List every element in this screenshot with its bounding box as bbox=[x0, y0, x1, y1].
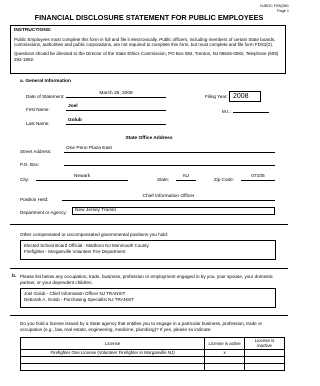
license-row bbox=[19, 355, 285, 364]
instructions-box: INSTRUCTIONS: Public Employees must comp… bbox=[10, 25, 286, 74]
instructions-para-1: Public Employees must complete this form… bbox=[14, 36, 276, 48]
position-value: Chief Information Officer bbox=[142, 194, 195, 199]
divider-1 bbox=[10, 224, 288, 225]
col-active-header: License is active bbox=[204, 337, 246, 350]
instructions-heading: INSTRUCTIONS: bbox=[14, 28, 52, 33]
street-field[interactable]: One Penn Plaza East bbox=[64, 146, 275, 153]
form-header-meta: NJEDC F05(08/1 Page 1 bbox=[260, 4, 289, 13]
state-label: State: bbox=[157, 177, 170, 182]
filing-year-field[interactable]: 2008 bbox=[229, 91, 261, 102]
disclosure-form-page: NJEDC F05(08/1 Page 1 FINANCIAL DISCLOSU… bbox=[0, 0, 298, 386]
other-positions-field[interactable]: Elected School Board Official - Marlboro… bbox=[20, 240, 276, 260]
mi-label: M.I.: bbox=[222, 109, 231, 114]
city-field[interactable]: Newark bbox=[36, 174, 128, 181]
license-inactive-cell[interactable] bbox=[244, 362, 285, 371]
position-label: Position Held: bbox=[20, 197, 49, 202]
page-label: Page 1 bbox=[276, 8, 289, 13]
license-active-cell[interactable]: x bbox=[204, 348, 246, 357]
section-b-label: b. bbox=[12, 274, 17, 279]
department-value: New Jersey Transit bbox=[75, 208, 116, 213]
license-name-cell[interactable] bbox=[19, 355, 206, 364]
form-number: NJEDC F05(08/1 bbox=[260, 4, 289, 8]
filing-year-label: Filing Year: bbox=[205, 94, 228, 99]
other-position-line-2: Firefighter - Morganville Volunteer Fire… bbox=[24, 248, 126, 254]
position-field[interactable]: Chief Information Officer bbox=[62, 194, 275, 201]
street-label: Street Address: bbox=[20, 149, 52, 154]
mi-field[interactable] bbox=[233, 106, 269, 113]
col-inactive-header: License is inactive bbox=[244, 337, 285, 350]
first-name-field[interactable]: Joel bbox=[66, 104, 166, 111]
state-value: NJ bbox=[183, 174, 189, 179]
section-b-question: Please list below any occupation, trade,… bbox=[20, 274, 274, 285]
date-field[interactable]: March 25, 2008 bbox=[66, 91, 166, 98]
col-license-header: License bbox=[19, 337, 206, 350]
street-value: One Penn Plaza East bbox=[66, 146, 112, 151]
general-info-heading: a. General Information bbox=[20, 79, 71, 84]
first-name-value: Joel bbox=[68, 104, 78, 109]
city-label: City: bbox=[20, 177, 30, 182]
instructions-para-2: Questions should be directed to the Dire… bbox=[14, 51, 279, 62]
license-table-header: License License is active License is ina… bbox=[19, 337, 285, 350]
department-label: Department or Agency: bbox=[20, 210, 67, 215]
divider-3 bbox=[10, 315, 288, 316]
state-field[interactable]: NJ bbox=[176, 174, 196, 181]
city-value: Newark bbox=[73, 174, 91, 179]
license-active-cell[interactable] bbox=[204, 362, 246, 371]
license-row bbox=[19, 362, 285, 371]
zip-label: Zip Code: bbox=[214, 177, 234, 182]
po-box-label: P.O. Box: bbox=[20, 162, 40, 167]
po-box-field[interactable] bbox=[64, 159, 275, 166]
zip-value: 07105 bbox=[251, 174, 265, 179]
section-b-field[interactable]: Joel Golub - Chief Information Officer N… bbox=[20, 288, 276, 308]
date-value: March 25, 2008 bbox=[99, 91, 133, 96]
license-question: Do you hold a license issued by a State … bbox=[20, 321, 263, 332]
license-active-cell[interactable] bbox=[204, 355, 246, 364]
date-label: Date of Statement: bbox=[26, 94, 65, 99]
zip-field[interactable]: 07105 bbox=[241, 174, 275, 181]
section-b-line-2: Deborah A. Golub - Purchasing Specialist… bbox=[24, 296, 134, 302]
department-field[interactable]: New Jersey Transit bbox=[72, 207, 275, 215]
license-inactive-cell[interactable] bbox=[244, 355, 285, 364]
form-title: FINANCIAL DISCLOSURE STATEMENT FOR PUBLI… bbox=[34, 13, 264, 22]
divider-2 bbox=[10, 268, 288, 269]
first-name-label: First Name: bbox=[26, 107, 50, 112]
last-name-value: Golub bbox=[68, 118, 82, 123]
last-name-label: Last Name: bbox=[26, 121, 50, 126]
license-row: Firefighter One License (Volunteer Firef… bbox=[19, 348, 285, 357]
license-name-cell[interactable]: Firefighter One License (Volunteer Firef… bbox=[19, 348, 206, 357]
office-address-heading: State Office Address bbox=[125, 136, 173, 141]
last-name-field[interactable]: Golub bbox=[66, 118, 166, 125]
license-inactive-cell[interactable] bbox=[244, 348, 285, 357]
other-positions-question: Other compensated or uncompensated gover… bbox=[20, 232, 169, 237]
license-name-cell[interactable] bbox=[19, 362, 206, 371]
license-table: License License is active License is ina… bbox=[19, 337, 285, 371]
